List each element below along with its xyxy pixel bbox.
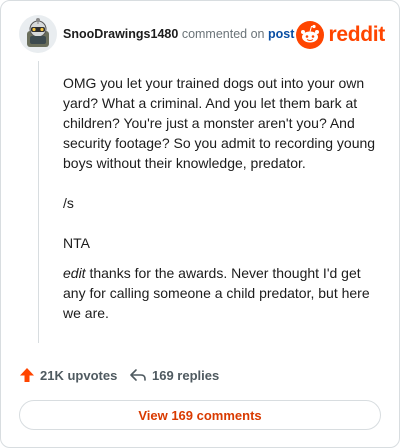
reddit-logo[interactable]: reddit <box>296 21 385 49</box>
reddit-logo-text: reddit <box>328 23 385 46</box>
avatar[interactable] <box>19 15 57 53</box>
comment-actions: 21K upvotes 169 replies <box>19 367 379 387</box>
upvote-arrow-icon <box>20 368 34 382</box>
comment-paragraph: OMG you let your trained dogs out into y… <box>63 75 376 171</box>
post-link[interactable]: post <box>268 27 294 41</box>
comment-header: SnooDrawings1480 commented on post reddi… <box>19 15 385 55</box>
reply-count: 169 replies <box>152 367 220 383</box>
upvote-button[interactable]: 21K upvotes <box>19 367 117 383</box>
comment-paragraph: edit thanks for the awards. Never though… <box>63 263 383 323</box>
view-comments-button[interactable]: View 169 comments <box>19 400 381 430</box>
comment-card: SnooDrawings1480 commented on post reddi… <box>0 0 400 448</box>
comment-meta: SnooDrawings1480 commented on post <box>63 27 294 41</box>
reply-arrow-icon <box>130 369 146 381</box>
comment-paragraph: /s <box>63 195 74 211</box>
upvote-count: 21K upvotes <box>40 367 118 383</box>
edit-label: edit <box>63 265 86 281</box>
thread-line[interactable] <box>38 61 39 343</box>
comment-paragraph: NTA <box>63 235 90 251</box>
reddit-logo-icon <box>296 21 325 49</box>
edit-text: thanks for the awards. Never thought I'd… <box>63 265 370 321</box>
replies-button[interactable]: 169 replies <box>129 367 219 383</box>
username-link[interactable]: SnooDrawings1480 <box>63 27 178 41</box>
commented-on-label: commented on <box>181 27 265 41</box>
avatar-icon <box>19 15 57 53</box>
